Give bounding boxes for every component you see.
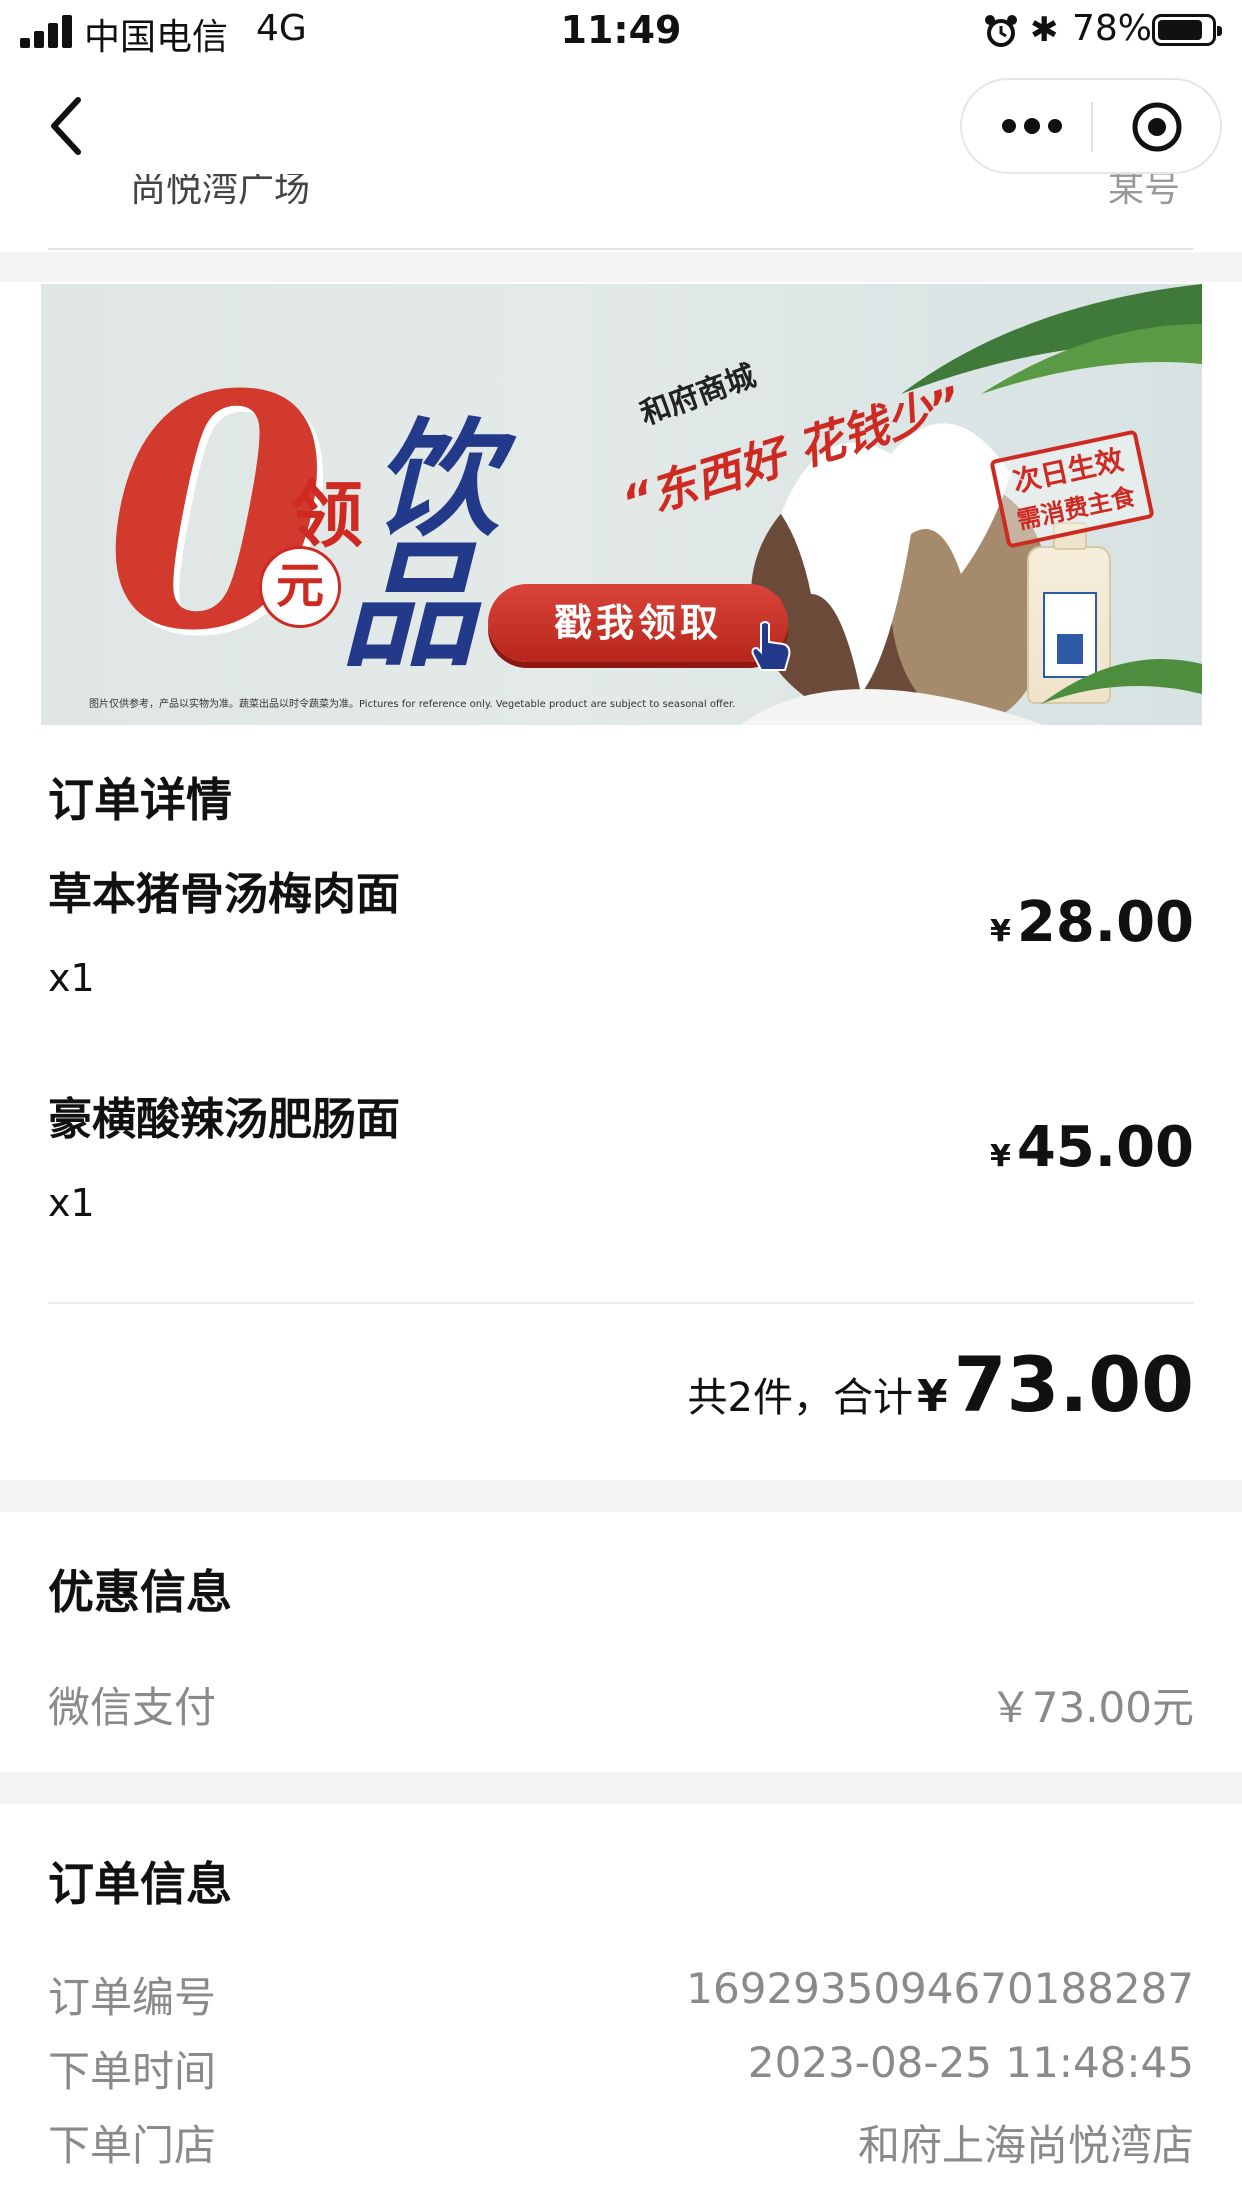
banner-pin: 品 <box>341 528 477 686</box>
back-icon[interactable] <box>44 96 94 156</box>
order-store-label: 下单门店 <box>48 2121 217 2170</box>
divider <box>48 1302 1194 1304</box>
close-target-icon[interactable] <box>1130 100 1184 154</box>
pointer-hand-icon <box>751 621 791 671</box>
item-quantity: x1 <box>48 1181 95 1225</box>
item-name: 草本猪骨汤梅肉面 <box>48 869 400 920</box>
payment-method-label: 微信支付 <box>48 1683 217 1732</box>
total-amount: 73.00 <box>953 1340 1194 1429</box>
section-gap <box>0 252 1242 282</box>
battery-percent: 78% <box>1072 8 1153 49</box>
promo-banner[interactable]: 0 领 元 饮 品 和府商城 “东西好 花钱少” 戳我领取 次日生效 需消费主食… <box>41 284 1202 725</box>
discount-title: 优惠信息 <box>48 1565 232 1619</box>
payment-amount: ￥73.00元 <box>989 1683 1194 1732</box>
item-quantity: x1 <box>48 956 95 1000</box>
mini-program-capsule <box>960 78 1222 174</box>
alarm-icon <box>985 15 1017 47</box>
claim-button[interactable]: 戳我领取 <box>488 584 788 662</box>
table-number-partial: 某号 <box>1108 174 1181 206</box>
status-bar: 中国电信 4G 11:49 ✱ 78% <box>0 0 1242 62</box>
item-price: ¥45.00 <box>989 1115 1194 1180</box>
bluetooth-icon: ✱ <box>1030 10 1059 50</box>
order-time-label: 下单时间 <box>48 2047 217 2096</box>
leaf-decoration <box>1041 659 1202 704</box>
capsule-divider <box>1091 102 1093 152</box>
more-options-icon[interactable] <box>1002 116 1062 136</box>
order-total: 共2件，合计¥73.00 <box>687 1340 1194 1429</box>
banner-yuan: 元 <box>259 546 341 628</box>
order-store-value: 和府上海尚悦湾店 <box>857 2121 1194 2170</box>
section-gap <box>0 1772 1242 1804</box>
order-number-label: 订单编号 <box>48 1973 217 2022</box>
order-info-title: 订单信息 <box>48 1857 232 1911</box>
order-time-value: 2023-08-25 11:48:45 <box>747 2038 1194 2087</box>
order-number-value: 1692935094670188287 <box>686 1964 1194 2013</box>
divider <box>48 248 1194 250</box>
order-details-title: 订单详情 <box>48 773 232 827</box>
item-name: 豪横酸辣汤肥肠面 <box>48 1094 400 1145</box>
item-price: ¥28.00 <box>989 890 1194 955</box>
banner-zero: 0 <box>105 326 328 701</box>
store-name-partial: 尚悦湾广场 <box>130 174 311 206</box>
total-label: 共2件，合计 <box>687 1375 913 1421</box>
banner-disclaimer: 图片仅供参考，产品以实物为准。蔬菜出品以时令蔬菜为准。Pictures for … <box>89 699 736 710</box>
battery-icon <box>1152 14 1222 46</box>
section-gap <box>0 1480 1242 1512</box>
